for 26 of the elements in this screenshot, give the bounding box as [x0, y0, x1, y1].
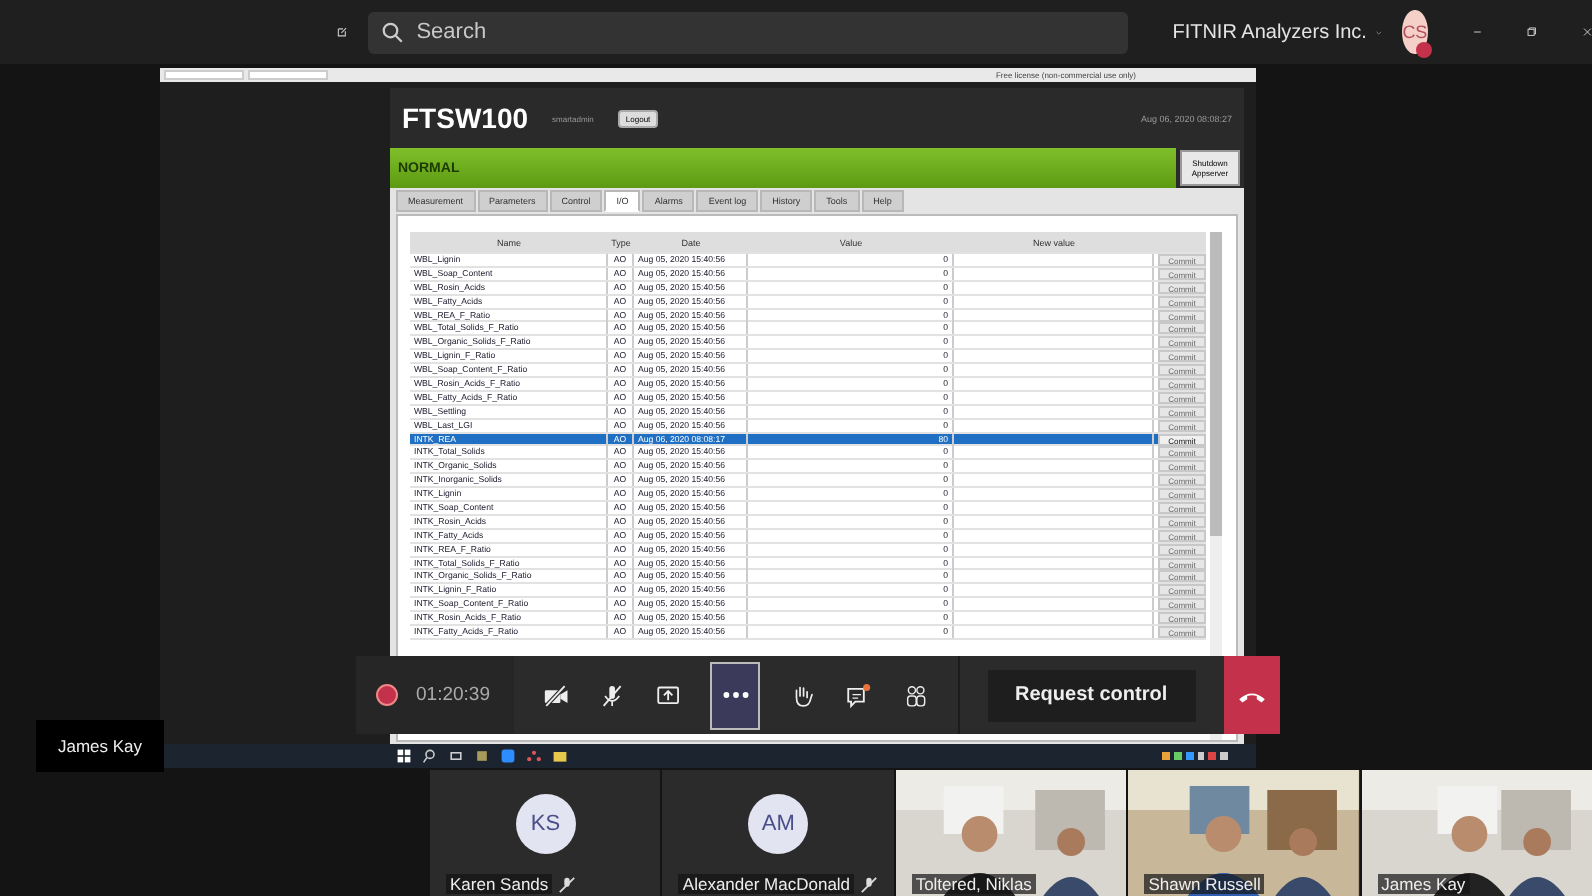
app-icon[interactable] — [474, 748, 490, 764]
search-icon[interactable] — [422, 748, 438, 764]
organization-switcher[interactable]: FITNIR Analyzers Inc. — [1168, 17, 1371, 47]
search-icon — [380, 19, 405, 43]
mic-off-icon — [860, 875, 879, 893]
participant-avatar: AM — [748, 793, 809, 853]
task-view-icon[interactable] — [448, 748, 464, 764]
windows-start-icon[interactable] — [396, 748, 412, 764]
call-duration: 01:20:39 — [416, 684, 490, 706]
video-app-icon[interactable] — [500, 748, 516, 764]
more-options-button[interactable] — [710, 661, 761, 729]
search-field[interactable]: Search — [368, 11, 1129, 53]
status-dot — [1415, 42, 1432, 58]
participant-avatar: KS — [515, 793, 576, 853]
more-icon — [719, 690, 752, 700]
presenter-label: James Kay — [36, 720, 164, 772]
participant-name: James Kay — [1377, 874, 1470, 894]
folder-icon[interactable] — [552, 748, 568, 764]
request-control-button[interactable]: Request control — [987, 669, 1196, 721]
participant-name: Alexander MacDonald — [678, 874, 855, 894]
participant-name: Karen Sands — [446, 874, 553, 894]
participant-name: Toltered, Niklas — [911, 874, 1036, 894]
network-app-icon[interactable] — [526, 748, 542, 764]
mic-off-icon — [558, 875, 577, 893]
app-title: FTSW100 — [402, 102, 529, 134]
participant-name: Shawn Russell — [1144, 874, 1265, 894]
